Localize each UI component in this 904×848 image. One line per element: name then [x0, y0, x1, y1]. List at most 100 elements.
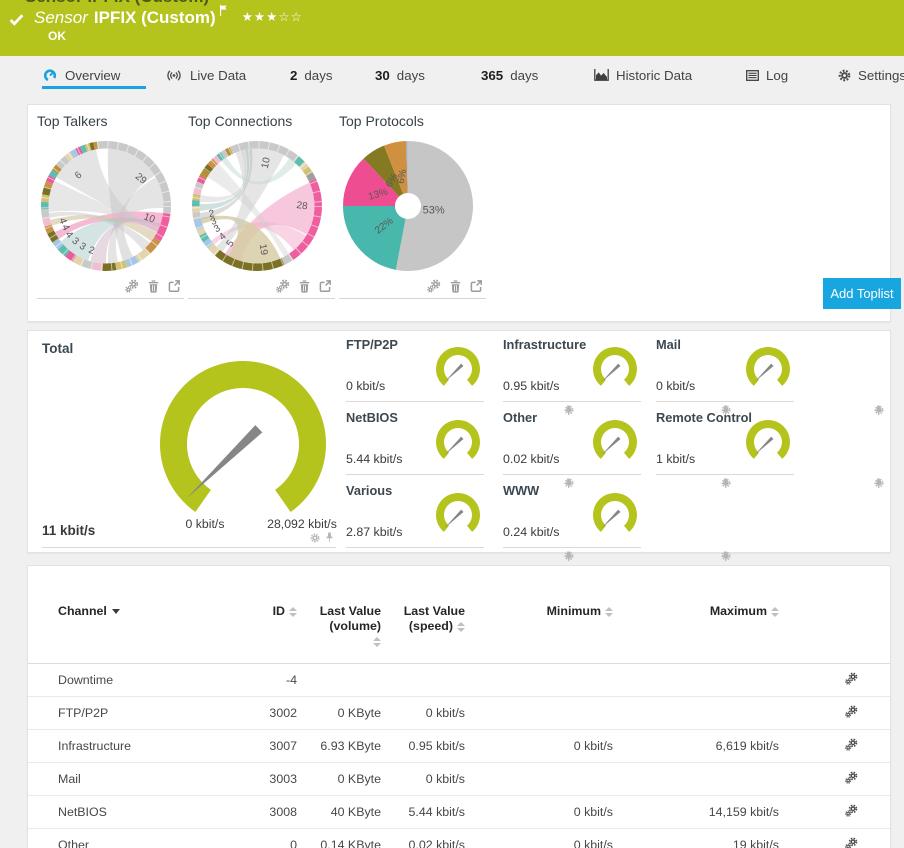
- flag-icon[interactable]: [220, 5, 228, 17]
- col-header-id[interactable]: ID: [238, 566, 298, 663]
- gauge-cell-netbios: NetBIOS 5.44 kbit/s: [346, 408, 484, 475]
- historic-chart-icon: [594, 69, 609, 81]
- top-talkers-chord-chart[interactable]: 29106233444: [39, 139, 173, 273]
- col-header-maximum[interactable]: Maximum: [614, 566, 780, 663]
- channel-name: FTP/P2P: [346, 337, 398, 352]
- toplist-title: Top Talkers: [37, 113, 108, 129]
- toplist-settings-icon[interactable]: [276, 279, 290, 293]
- col-header-last-value-speed[interactable]: Last Value (speed): [382, 566, 466, 663]
- channel-value: 5.44 kbit/s: [346, 452, 403, 466]
- table-row-ftp-p2p: FTP/P2P 3002 0 KByte 0 kbit/s: [28, 696, 890, 729]
- cell-channel: Mail: [58, 771, 81, 786]
- pin-icon[interactable]: [874, 478, 883, 489]
- pin-icon[interactable]: [325, 532, 334, 543]
- cell-id: -4: [285, 672, 297, 687]
- cell-channel: Infrastructure: [58, 738, 131, 753]
- table-row-infrastructure: Infrastructure 3007 6.93 KByte 0.95 kbit…: [28, 729, 890, 762]
- channel-gauge: [436, 420, 480, 459]
- gauge-cell-other: Other 0.02 kbit/s: [503, 408, 641, 475]
- pin-icon[interactable]: [564, 551, 573, 562]
- pin-icon[interactable]: [721, 478, 730, 489]
- channel-value: 0.02 kbit/s: [503, 452, 560, 466]
- channel-name: Mail: [656, 337, 681, 352]
- cell-minimum: 0 kbit/s: [573, 738, 613, 753]
- top-connections-chord-chart[interactable]: 10281954332: [190, 139, 324, 273]
- pin-icon[interactable]: [874, 405, 883, 416]
- external-link-icon[interactable]: [319, 280, 331, 292]
- tab-live-data[interactable]: Live Data: [165, 64, 246, 86]
- tab-historic-data[interactable]: Historic Data: [594, 64, 692, 86]
- trash-icon[interactable]: [450, 280, 461, 293]
- sensor-type-label: Sensor: [34, 8, 88, 27]
- cell-speed: 0 kbit/s: [425, 705, 465, 720]
- gauge-cell-mail: Mail 0 kbit/s: [656, 335, 794, 402]
- external-link-icon[interactable]: [470, 280, 482, 292]
- tab-bar: Overview Live Data 2 days 30 days 365 days …: [0, 56, 904, 92]
- cell-channel: Downtime: [58, 672, 114, 687]
- channel-name: Infrastructure: [503, 337, 587, 352]
- table-row-other: Other 0 0.14 KByte 0.02 kbit/s 0 kbit/s …: [28, 828, 890, 848]
- toplist-settings-icon[interactable]: [125, 279, 139, 293]
- col-header-last-value-volume[interactable]: Last Value (volume): [298, 566, 382, 663]
- toplist-top-connections: Top Connections 10 28 19 5 4 3 3 2: [188, 105, 335, 299]
- sensor-header: Sensor IPFIX (Custom) SensorIPFIX (Custo…: [0, 0, 904, 56]
- channel-settings-icon[interactable]: [845, 837, 858, 848]
- col-header-channel[interactable]: Channel: [28, 566, 238, 663]
- tab-overview[interactable]: Overview: [42, 64, 120, 86]
- channel-settings-icon[interactable]: [845, 738, 858, 751]
- channel-gauge: [746, 347, 790, 386]
- cell-minimum: [466, 762, 614, 795]
- pin-icon[interactable]: [721, 551, 730, 562]
- cell-maximum: [614, 663, 780, 696]
- channel-settings-icon[interactable]: [845, 672, 858, 685]
- cell-channel: FTP/P2P: [58, 705, 109, 720]
- toplist-settings-icon[interactable]: [427, 279, 441, 293]
- log-icon: [746, 70, 759, 81]
- cell-speed: 5.44 kbit/s: [408, 804, 465, 819]
- cell-id: 3008: [269, 804, 297, 819]
- channel-name: Various: [346, 483, 393, 498]
- tab-settings[interactable]: Settings: [838, 64, 904, 86]
- active-tab-underline: [42, 86, 146, 89]
- top-protocols-pie-chart[interactable]: 53%22%13%6%6%: [341, 139, 475, 273]
- sort-icon: [373, 636, 381, 647]
- cell-speed: [382, 663, 466, 696]
- channel-gauge: [436, 493, 480, 532]
- channel-value: 0 kbit/s: [346, 379, 386, 393]
- cell-maximum: 14,159 kbit/s: [708, 804, 779, 819]
- table-row-mail: Mail 3003 0 KByte 0 kbit/s: [28, 762, 890, 795]
- channel-value: 11 kbit/s: [42, 523, 96, 538]
- cell-maximum: [614, 696, 780, 729]
- tab-2-days[interactable]: 2 days: [290, 64, 333, 86]
- external-link-icon[interactable]: [168, 280, 180, 292]
- gauge-cell-ftp-p2p: FTP/P2P 0 kbit/s: [346, 335, 484, 402]
- cell-speed: 0 kbit/s: [425, 771, 465, 786]
- trash-icon[interactable]: [148, 280, 159, 293]
- status-badge: OK: [48, 29, 66, 43]
- col-header-actions: [780, 566, 890, 663]
- channel-value: 0.95 kbit/s: [503, 379, 560, 393]
- tab-30-days[interactable]: 30 days: [375, 64, 425, 86]
- tab-log[interactable]: Log: [746, 64, 788, 86]
- prtg-sensor-page: Sensor IPFIX (Custom) SensorIPFIX (Custo…: [0, 0, 904, 848]
- cell-id: 3007: [269, 738, 297, 753]
- channel-value: 1 kbit/s: [656, 452, 696, 466]
- channel-gauge: [746, 420, 790, 459]
- channel-settings-icon[interactable]: [845, 771, 858, 784]
- channel-gauge: [436, 347, 480, 386]
- col-header-minimum[interactable]: Minimum: [466, 566, 614, 663]
- priority-stars[interactable]: ★★★☆☆: [242, 10, 303, 24]
- trash-icon[interactable]: [299, 280, 310, 293]
- cell-speed: 0.02 kbit/s: [408, 837, 465, 848]
- channel-settings-icon[interactable]: [845, 705, 858, 718]
- tab-365-days[interactable]: 365 days: [481, 64, 538, 86]
- broadcast-icon: [165, 70, 183, 81]
- add-toplist-button[interactable]: Add Toplist: [823, 278, 901, 309]
- cell-volume: 0.14 KByte: [320, 837, 381, 848]
- gauge-settings-gear-icon[interactable]: [310, 533, 320, 543]
- cell-minimum: 0 kbit/s: [573, 837, 613, 848]
- svg-text:28: 28: [296, 200, 309, 213]
- gauge-cell-infrastructure: Infrastructure 0.95 kbit/s: [503, 335, 641, 402]
- channel-settings-icon[interactable]: [845, 804, 858, 817]
- cell-id: 3003: [269, 771, 297, 786]
